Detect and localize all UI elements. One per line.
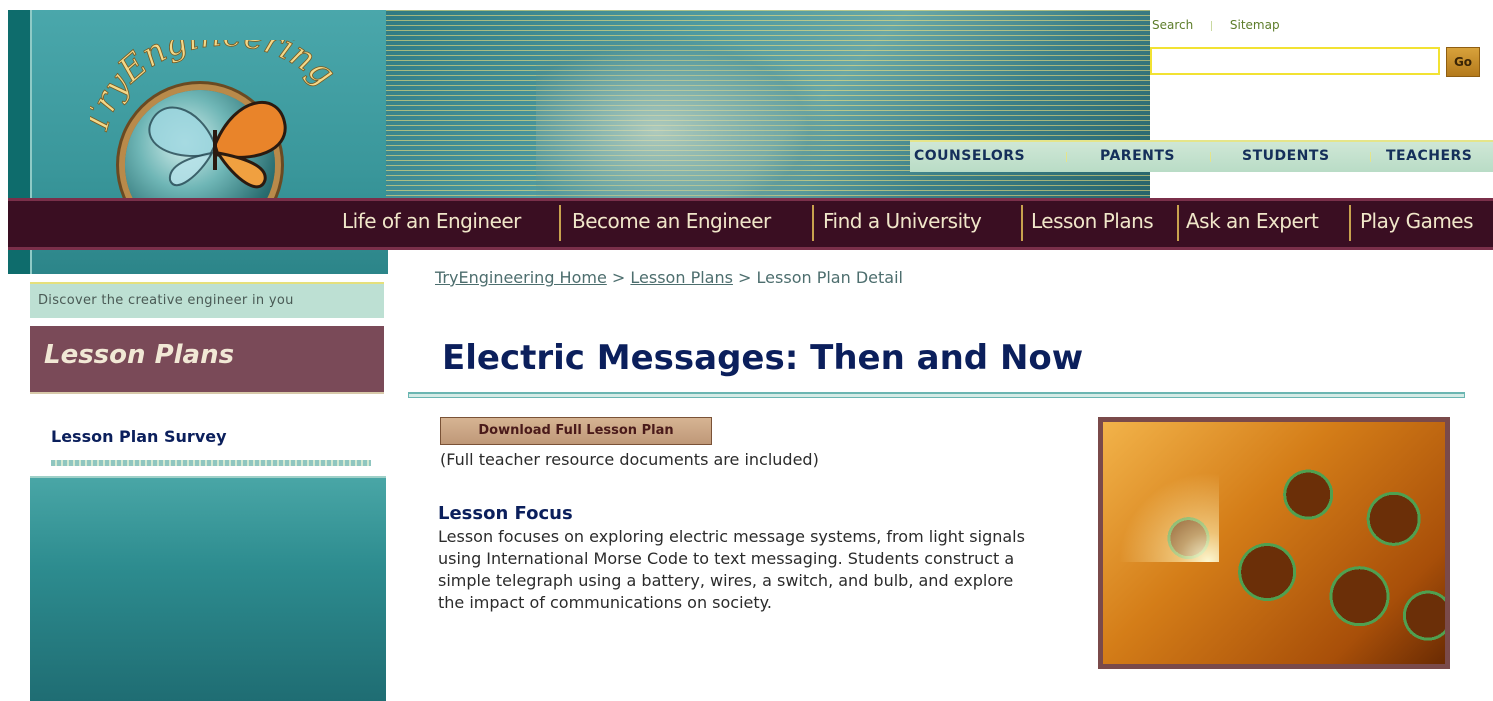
divider xyxy=(1210,152,1211,162)
divider xyxy=(1349,205,1351,241)
divider xyxy=(812,205,814,241)
lesson-focus-heading: Lesson Focus xyxy=(438,503,573,524)
nav-lesson-plans[interactable]: Lesson Plans xyxy=(1031,209,1154,233)
sitemap-link[interactable]: Sitemap xyxy=(1230,18,1280,32)
audience-nav: COUNSELORS PARENTS STUDENTS TEACHERS xyxy=(910,140,1493,172)
breadcrumb-lesson-plans-link[interactable]: Lesson Plans xyxy=(630,268,733,287)
divider xyxy=(1177,205,1179,241)
search-input[interactable] xyxy=(1150,47,1440,75)
main-nav: Life of an Engineer Become an Engineer F… xyxy=(8,198,1493,250)
nav-life-of-an-engineer[interactable]: Life of an Engineer xyxy=(342,209,521,233)
tab-teachers[interactable]: TEACHERS xyxy=(1386,148,1472,164)
tagline: Discover the creative engineer in you xyxy=(30,282,384,318)
tab-counselors[interactable]: COUNSELORS xyxy=(914,148,1025,164)
nav-ask-an-expert[interactable]: Ask an Expert xyxy=(1186,209,1319,233)
go-button[interactable]: Go xyxy=(1446,47,1480,77)
divider xyxy=(1370,152,1371,162)
breadcrumb: TryEngineering Home > Lesson Plans > Les… xyxy=(435,268,903,287)
lesson-plan-survey-link[interactable]: Lesson Plan Survey xyxy=(51,427,227,446)
tab-students[interactable]: STUDENTS xyxy=(1242,148,1330,164)
fiber-optic-glow xyxy=(1109,452,1219,562)
divider xyxy=(1066,152,1067,162)
page: { "header": { "site_name": "TryEngineeri… xyxy=(0,0,1493,701)
breadcrumb-separator: > xyxy=(611,268,631,287)
breadcrumb-current: Lesson Plan Detail xyxy=(756,268,903,287)
logo-wordmark: TryEngineering xyxy=(90,40,344,139)
download-lesson-plan-button[interactable]: Download Full Lesson Plan xyxy=(440,417,712,445)
tab-parents[interactable]: PARENTS xyxy=(1100,148,1175,164)
lesson-image xyxy=(1098,417,1450,669)
banner-decoration xyxy=(536,30,836,198)
lesson-focus-text: Lesson focuses on exploring electric mes… xyxy=(438,527,1025,612)
page-title: Electric Messages: Then and Now xyxy=(442,338,1084,378)
download-note: (Full teacher resource documents are inc… xyxy=(440,450,819,469)
sidebar-panel xyxy=(30,476,386,701)
nav-play-games[interactable]: Play Games xyxy=(1360,209,1474,233)
section-title: Lesson Plans xyxy=(44,340,235,370)
search-link[interactable]: Search xyxy=(1152,18,1193,32)
breadcrumb-home-link[interactable]: TryEngineering Home xyxy=(435,268,607,287)
breadcrumb-separator: > xyxy=(738,268,757,287)
utility-links: Search Sitemap xyxy=(1152,18,1280,32)
divider xyxy=(51,460,371,466)
divider xyxy=(1021,205,1023,241)
section-header: Lesson Plans xyxy=(30,326,384,394)
divider xyxy=(408,392,1465,398)
svg-text:TryEngineering: TryEngineering xyxy=(90,40,343,138)
nav-find-a-university[interactable]: Find a University xyxy=(823,209,982,233)
logo-text: TryEngineering xyxy=(90,40,344,139)
divider xyxy=(559,205,561,241)
divider xyxy=(1211,20,1213,31)
nav-become-an-engineer[interactable]: Become an Engineer xyxy=(572,209,771,233)
